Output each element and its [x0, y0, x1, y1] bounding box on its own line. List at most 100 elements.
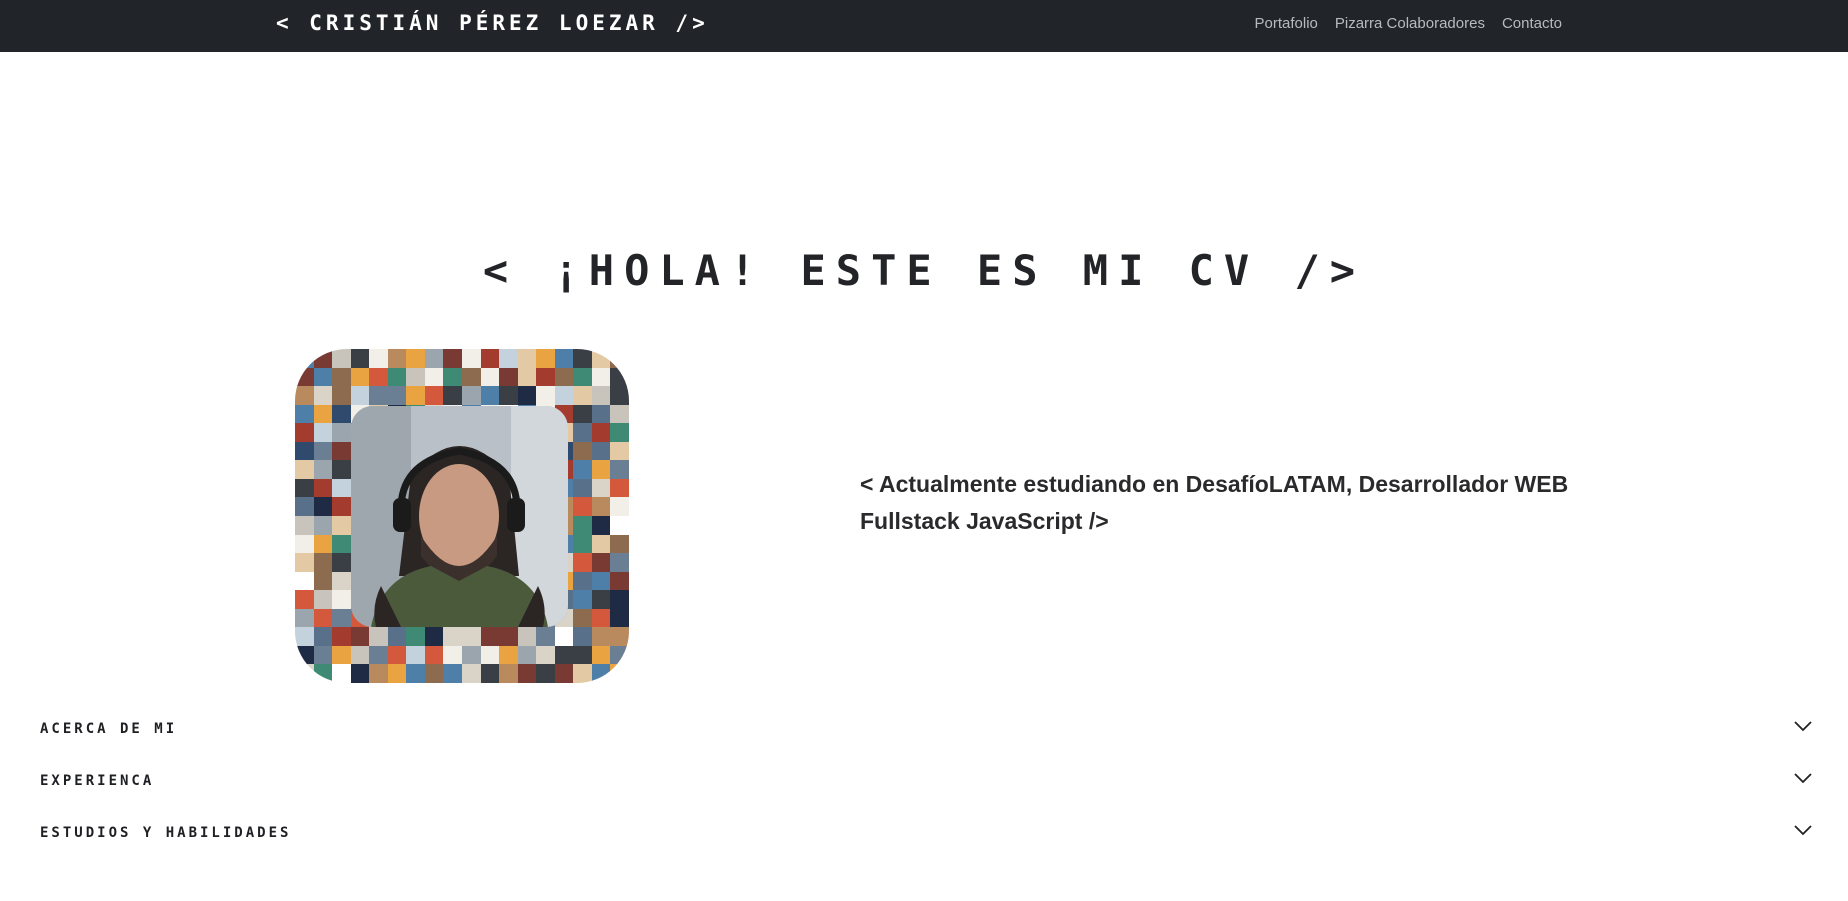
page-title: < ¡HOLA! ESTE ES MI CV /> [482, 246, 1366, 295]
mosaic-tile [332, 441, 351, 461]
mosaic-tile [295, 515, 314, 535]
mosaic-tile [480, 664, 500, 683]
mosaic-tile [313, 404, 333, 424]
mosaic-tile [332, 571, 351, 591]
mosaic-tile [443, 645, 462, 665]
mosaic-tile [517, 664, 537, 683]
mosaic-tile [499, 664, 518, 683]
mosaic-tile [369, 627, 388, 646]
mosaic-tile [350, 627, 370, 646]
mosaic-tile [295, 553, 314, 572]
mosaic-tile [313, 627, 333, 646]
mosaic-tile [295, 627, 314, 646]
mosaic-tile [573, 534, 592, 554]
mosaic-tile [573, 645, 592, 665]
mosaic-tile [536, 664, 555, 683]
mosaic-tile [591, 349, 611, 368]
nav-links: Portafolio Pizarra Colaboradores Contact… [1255, 15, 1563, 32]
nav-link-portafolio[interactable]: Portafolio [1255, 15, 1318, 32]
mosaic-tile [610, 460, 629, 479]
mosaic-tile [536, 367, 555, 387]
mosaic-tile [573, 608, 592, 628]
mosaic-tile [387, 367, 407, 387]
mosaic-tile [573, 478, 592, 498]
mosaic-tile [554, 349, 574, 368]
accordion-item-experiencia[interactable]: EXPERIENCA [40, 756, 1812, 808]
mosaic-tile [295, 441, 314, 461]
mosaic-tile [313, 664, 333, 683]
mosaic-tile [424, 349, 444, 368]
mosaic-tile [610, 367, 629, 387]
mosaic-tile [295, 460, 314, 479]
mosaic-tile [591, 423, 611, 442]
nav-link-pizarra-colaboradores[interactable]: Pizarra Colaboradores [1335, 15, 1485, 32]
mosaic-tile [573, 423, 592, 442]
mosaic-tile [424, 664, 444, 683]
mosaic-tile [591, 534, 611, 554]
mosaic-tile [610, 515, 629, 535]
mosaic-tile [536, 627, 555, 646]
mosaic-tile [332, 423, 351, 442]
mosaic-tile [332, 590, 351, 609]
accordion-item-estudios-y-habilidades[interactable]: ESTUDIOS Y HABILIDADES [40, 808, 1812, 860]
accordion-label: ACERCA DE MI [40, 721, 178, 737]
mosaic-tile [480, 627, 500, 646]
mosaic-tile [350, 664, 370, 683]
mosaic-tile [332, 349, 351, 368]
mosaic-tile [313, 590, 333, 609]
brand-link[interactable]: < CRISTIÁN PÉREZ LOEZAR /> [276, 11, 709, 35]
mosaic-tile [295, 571, 314, 591]
mosaic-tile [443, 627, 462, 646]
mosaic-tile [350, 645, 370, 665]
mosaic-tile [499, 386, 518, 405]
nav-link-contacto[interactable]: Contacto [1502, 15, 1562, 32]
mosaic-tile [610, 349, 629, 368]
mosaic-tile [313, 571, 333, 591]
mosaic-tile [554, 367, 574, 387]
mosaic-tile [406, 664, 425, 683]
mosaic-tile [573, 627, 592, 646]
mosaic-tile [480, 367, 500, 387]
mosaic-tile [573, 386, 592, 405]
mosaic-tile [424, 386, 444, 405]
mosaic-tile [573, 553, 592, 572]
mosaic-tile [517, 645, 537, 665]
accordion-label: ESTUDIOS Y HABILIDADES [40, 825, 292, 841]
mosaic-tile [573, 441, 592, 461]
mosaic-tile [350, 386, 370, 405]
mosaic-tile [332, 386, 351, 405]
mosaic-tile [332, 367, 351, 387]
mosaic-tile [313, 349, 333, 368]
mosaic-tile [591, 478, 611, 498]
mosaic-tile [461, 367, 481, 387]
mosaic-tile [295, 645, 314, 665]
mosaic-tile [573, 497, 592, 516]
mosaic-tile [369, 367, 388, 387]
mosaic-tile [369, 386, 388, 405]
mosaic-tile [313, 553, 333, 572]
mosaic-tile [443, 349, 462, 368]
mosaic-tile [499, 645, 518, 665]
accordion-item-acerca-de-mi[interactable]: ACERCA DE MI [40, 704, 1812, 756]
chevron-down-icon [1794, 825, 1812, 836]
mosaic-tile [536, 645, 555, 665]
mosaic-tile [554, 645, 574, 665]
mosaic-tile [406, 349, 425, 368]
accordion: ACERCA DE MI EXPERIENCA ESTUDIOS Y HABIL… [40, 704, 1812, 860]
chevron-down-icon [1794, 721, 1812, 732]
mosaic-tile [610, 386, 629, 405]
mosaic-tile [591, 608, 611, 628]
mosaic-tile [480, 386, 500, 405]
mosaic-tile [554, 664, 574, 683]
accordion-label: EXPERIENCA [40, 773, 155, 789]
mosaic-tile [573, 590, 592, 609]
mosaic-tile [591, 571, 611, 591]
mosaic-tile [554, 386, 574, 405]
navbar: < CRISTIÁN PÉREZ LOEZAR /> Portafolio Pi… [0, 0, 1848, 52]
mosaic-tile [610, 497, 629, 516]
mosaic-tile [313, 608, 333, 628]
mosaic-tile [313, 478, 333, 498]
mosaic-tile [387, 349, 407, 368]
mosaic-tile [424, 627, 444, 646]
mosaic-tile [387, 664, 407, 683]
